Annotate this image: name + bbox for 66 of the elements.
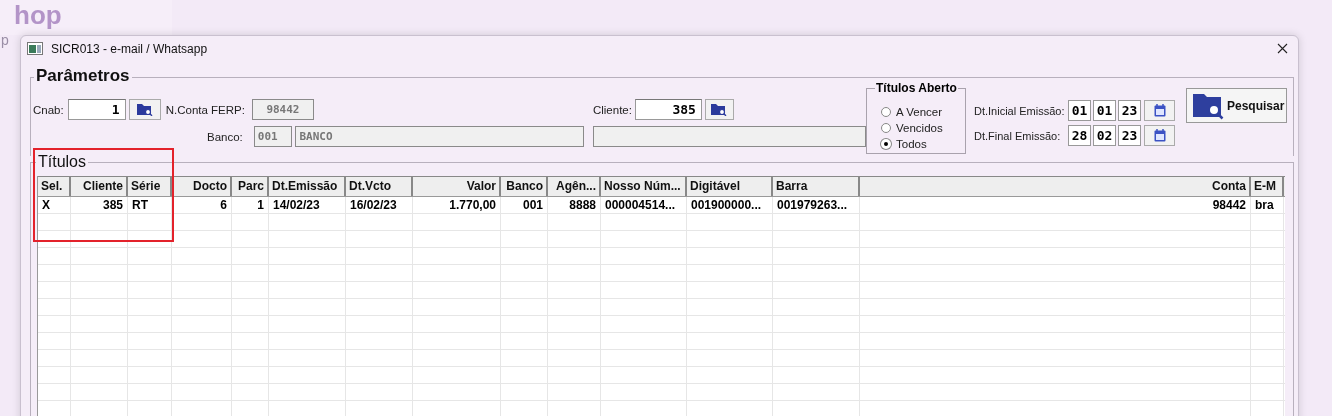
calendar-icon	[1153, 129, 1166, 142]
cnab-field[interactable]: 1	[67, 99, 126, 120]
bank-code-field: 001	[253, 126, 293, 147]
field-label: Cliente:	[592, 103, 632, 116]
column-header[interactable]: Dt.Emissão	[269, 177, 346, 196]
calendar-button[interactable]	[1144, 125, 1175, 146]
table-cell: 1.770,00	[413, 197, 501, 213]
column-header[interactable]: Agên...	[548, 177, 601, 196]
search-button[interactable]: Pesquisar	[1186, 88, 1287, 123]
group-title: Títulos Aberto	[875, 81, 958, 95]
table-cell: X	[38, 197, 71, 213]
column-header[interactable]: E-M	[1251, 177, 1284, 196]
table-cell: 14/02/23	[269, 197, 346, 213]
column-header[interactable]: Docto	[172, 177, 232, 196]
background-caption: p	[1, 32, 9, 48]
year-field[interactable]: 23	[1118, 125, 1141, 146]
table-cell: RT	[128, 197, 172, 213]
lookup-button[interactable]	[128, 99, 161, 120]
day-field[interactable]: 01	[1068, 100, 1091, 121]
table-cell: 16/02/23	[346, 197, 413, 213]
column-header[interactable]: Dt.Vcto	[346, 177, 413, 196]
year-field[interactable]: 23	[1118, 100, 1141, 121]
field-label: Dt.Inicial Emissão:	[974, 104, 1066, 117]
calendar-button[interactable]	[1144, 100, 1175, 121]
calendar-icon	[1153, 104, 1166, 117]
table-cell: 98442	[860, 197, 1251, 213]
column-header[interactable]: Valor	[413, 177, 501, 196]
table-cell: bra	[1251, 197, 1284, 213]
lookup-button[interactable]	[704, 99, 734, 120]
field-label: N.Conta FERP:	[165, 103, 245, 116]
column-header[interactable]: Cliente	[71, 177, 128, 196]
column-header[interactable]: Digitável	[687, 177, 773, 196]
radio-option[interactable]: A Vencer	[881, 105, 965, 119]
column-header[interactable]: Nosso Núm...	[601, 177, 687, 196]
table-cell: 385	[71, 197, 128, 213]
account-field: 98442	[251, 99, 314, 120]
table-cell: 001979263...	[773, 197, 860, 213]
field-label: Dt.Final Emissão:	[974, 129, 1062, 142]
folder-search-icon	[136, 103, 153, 116]
table-cell: 001900000...	[687, 197, 773, 213]
window-title: SICR013 - e-mail / Whatsapp	[51, 41, 209, 56]
radio-option[interactable]: Vencidos	[881, 121, 965, 135]
logo-text: hop	[14, 0, 62, 30]
table-cell: 8888	[548, 197, 601, 213]
folder-search-icon	[711, 103, 728, 116]
radio-option[interactable]: Todos	[881, 137, 965, 151]
column-header[interactable]: Parc	[232, 177, 269, 196]
table-cell: 6	[172, 197, 232, 213]
close-icon[interactable]	[1277, 43, 1288, 54]
column-header[interactable]: Barra	[773, 177, 860, 196]
column-header[interactable]: Série	[128, 177, 172, 196]
table-cell: 000004514...	[601, 197, 687, 213]
client-field[interactable]: 385	[634, 99, 702, 120]
app-icon	[27, 42, 43, 55]
field-label: Banco:	[207, 130, 243, 143]
field-label: Cnab:	[33, 103, 64, 116]
table-cell: 001	[501, 197, 548, 213]
month-field[interactable]: 02	[1093, 125, 1116, 146]
bank-name-field: BANCO	[295, 126, 584, 147]
day-field[interactable]: 28	[1068, 125, 1091, 146]
column-header[interactable]: Banco	[501, 177, 548, 196]
folder-search-icon	[1193, 91, 1225, 120]
column-header[interactable]: Conta	[860, 177, 1251, 196]
month-field[interactable]: 01	[1093, 100, 1116, 121]
table-cell: 1	[232, 197, 269, 213]
column-header[interactable]: Sel.	[38, 177, 71, 196]
